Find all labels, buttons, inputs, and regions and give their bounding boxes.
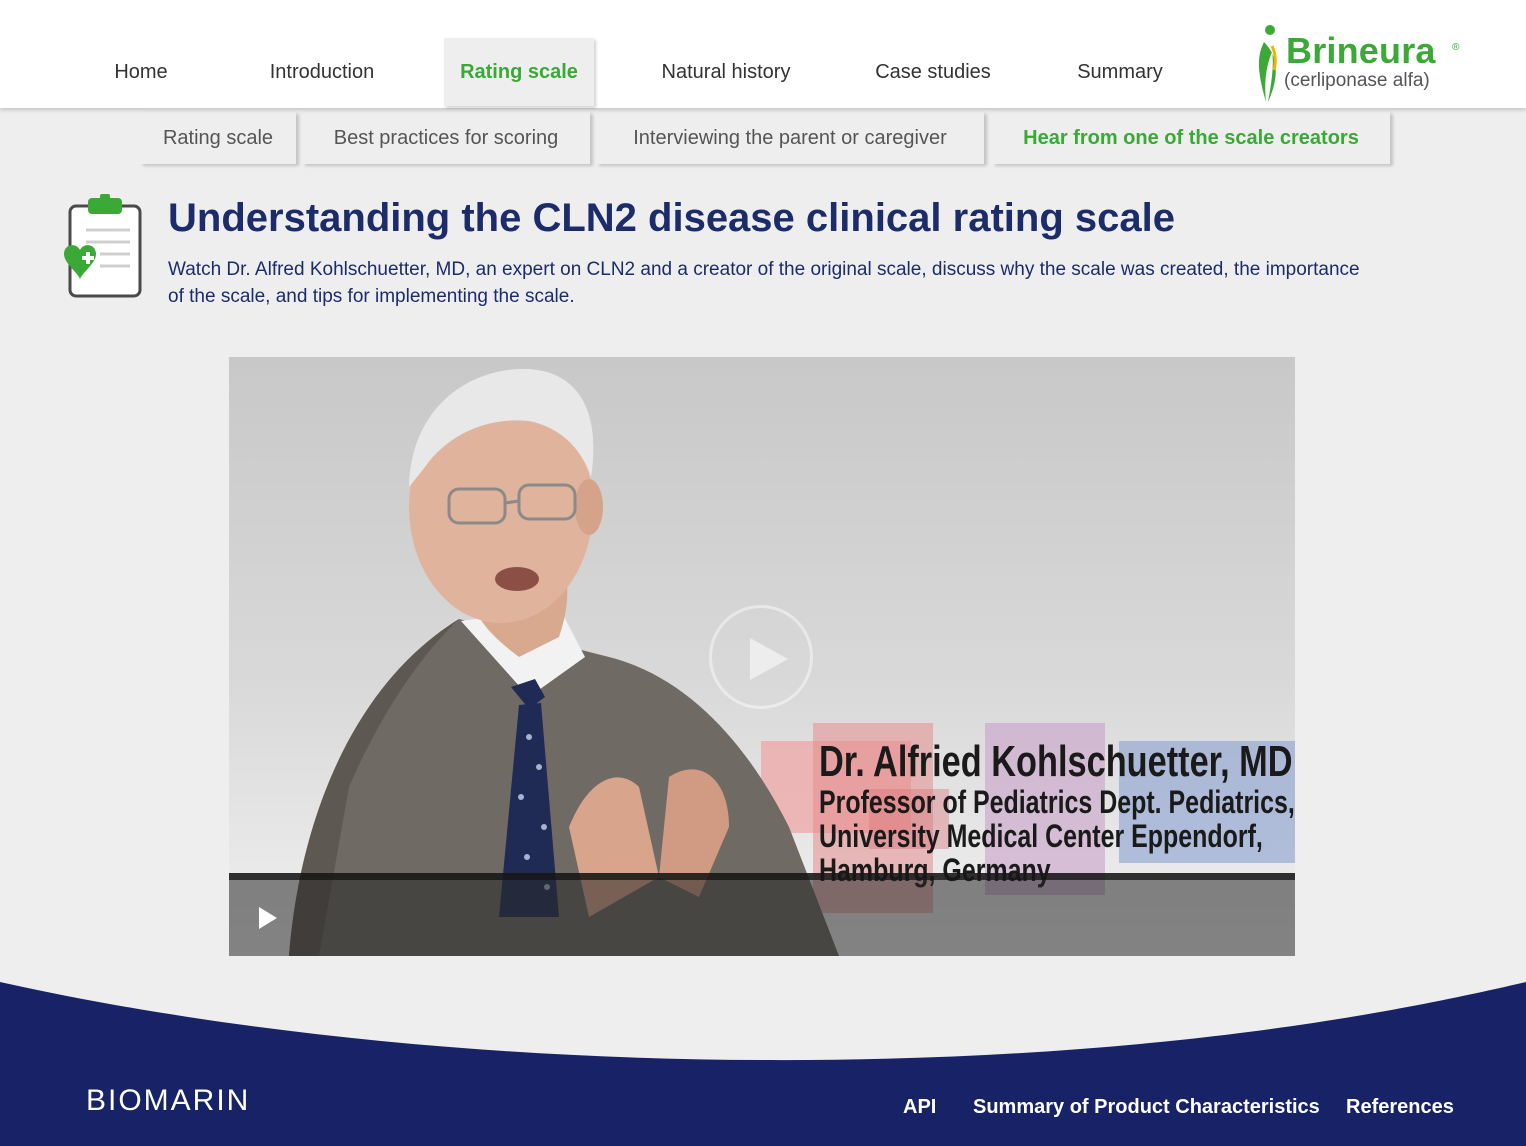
footer-link-references[interactable]: References	[1346, 1096, 1454, 1119]
brineura-figure-icon	[1258, 25, 1277, 102]
speaker-caption: Dr. Alfried Kohlschuetter, MD Professor …	[819, 737, 1295, 888]
footer-link-api[interactable]: API	[903, 1096, 936, 1119]
subnav-scale-creators[interactable]: Hear from one of the scale creators	[992, 112, 1390, 164]
nav-summary[interactable]: Summary	[1060, 38, 1180, 106]
play-icon[interactable]	[259, 907, 277, 929]
nav-home[interactable]: Home	[96, 38, 186, 106]
nav-case-studies[interactable]: Case studies	[860, 38, 1006, 106]
footer-link-smpc[interactable]: Summary of Product Characteristics	[973, 1096, 1320, 1119]
speaker-title-line: University Medical Center Eppendorf,	[819, 818, 1263, 854]
brand-name: Brineura	[1286, 30, 1436, 71]
subnav-best-practices[interactable]: Best practices for scoring	[302, 112, 590, 164]
brand-subtitle: (cerliponase alfa)	[1284, 70, 1430, 91]
video-player[interactable]: Dr. Alfried Kohlschuetter, MD Professor …	[229, 357, 1295, 956]
nav-rating-scale[interactable]: Rating scale	[444, 38, 594, 106]
clipboard-heart-icon	[64, 194, 142, 298]
registered-mark: ®	[1452, 42, 1460, 53]
subnav-interviewing[interactable]: Interviewing the parent or caregiver	[596, 112, 984, 164]
progress-bar[interactable]	[229, 873, 1295, 880]
video-controls	[229, 873, 1295, 956]
footer-background	[0, 982, 1526, 1146]
biomarin-logo[interactable]: BIOMARIN	[86, 1084, 250, 1118]
brineura-logo[interactable]: Brineura ® (cerliponase alfa)	[1254, 22, 1464, 104]
page-title: Understanding the CLN2 disease clinical …	[168, 196, 1175, 240]
big-play-icon[interactable]	[709, 605, 813, 709]
top-navigation: Home Introduction Rating scale Natural h…	[0, 0, 1526, 108]
speaker-title-line: Professor of Pediatrics Dept. Pediatrics…	[819, 784, 1295, 820]
nav-introduction[interactable]: Introduction	[252, 38, 392, 106]
speaker-name: Dr. Alfried Kohlschuetter, MD	[819, 737, 1293, 786]
page-description: Watch Dr. Alfred Kohlschuetter, MD, an e…	[168, 259, 1360, 307]
subnav-rating-scale[interactable]: Rating scale	[140, 112, 296, 164]
nav-natural-history[interactable]: Natural history	[646, 38, 806, 106]
